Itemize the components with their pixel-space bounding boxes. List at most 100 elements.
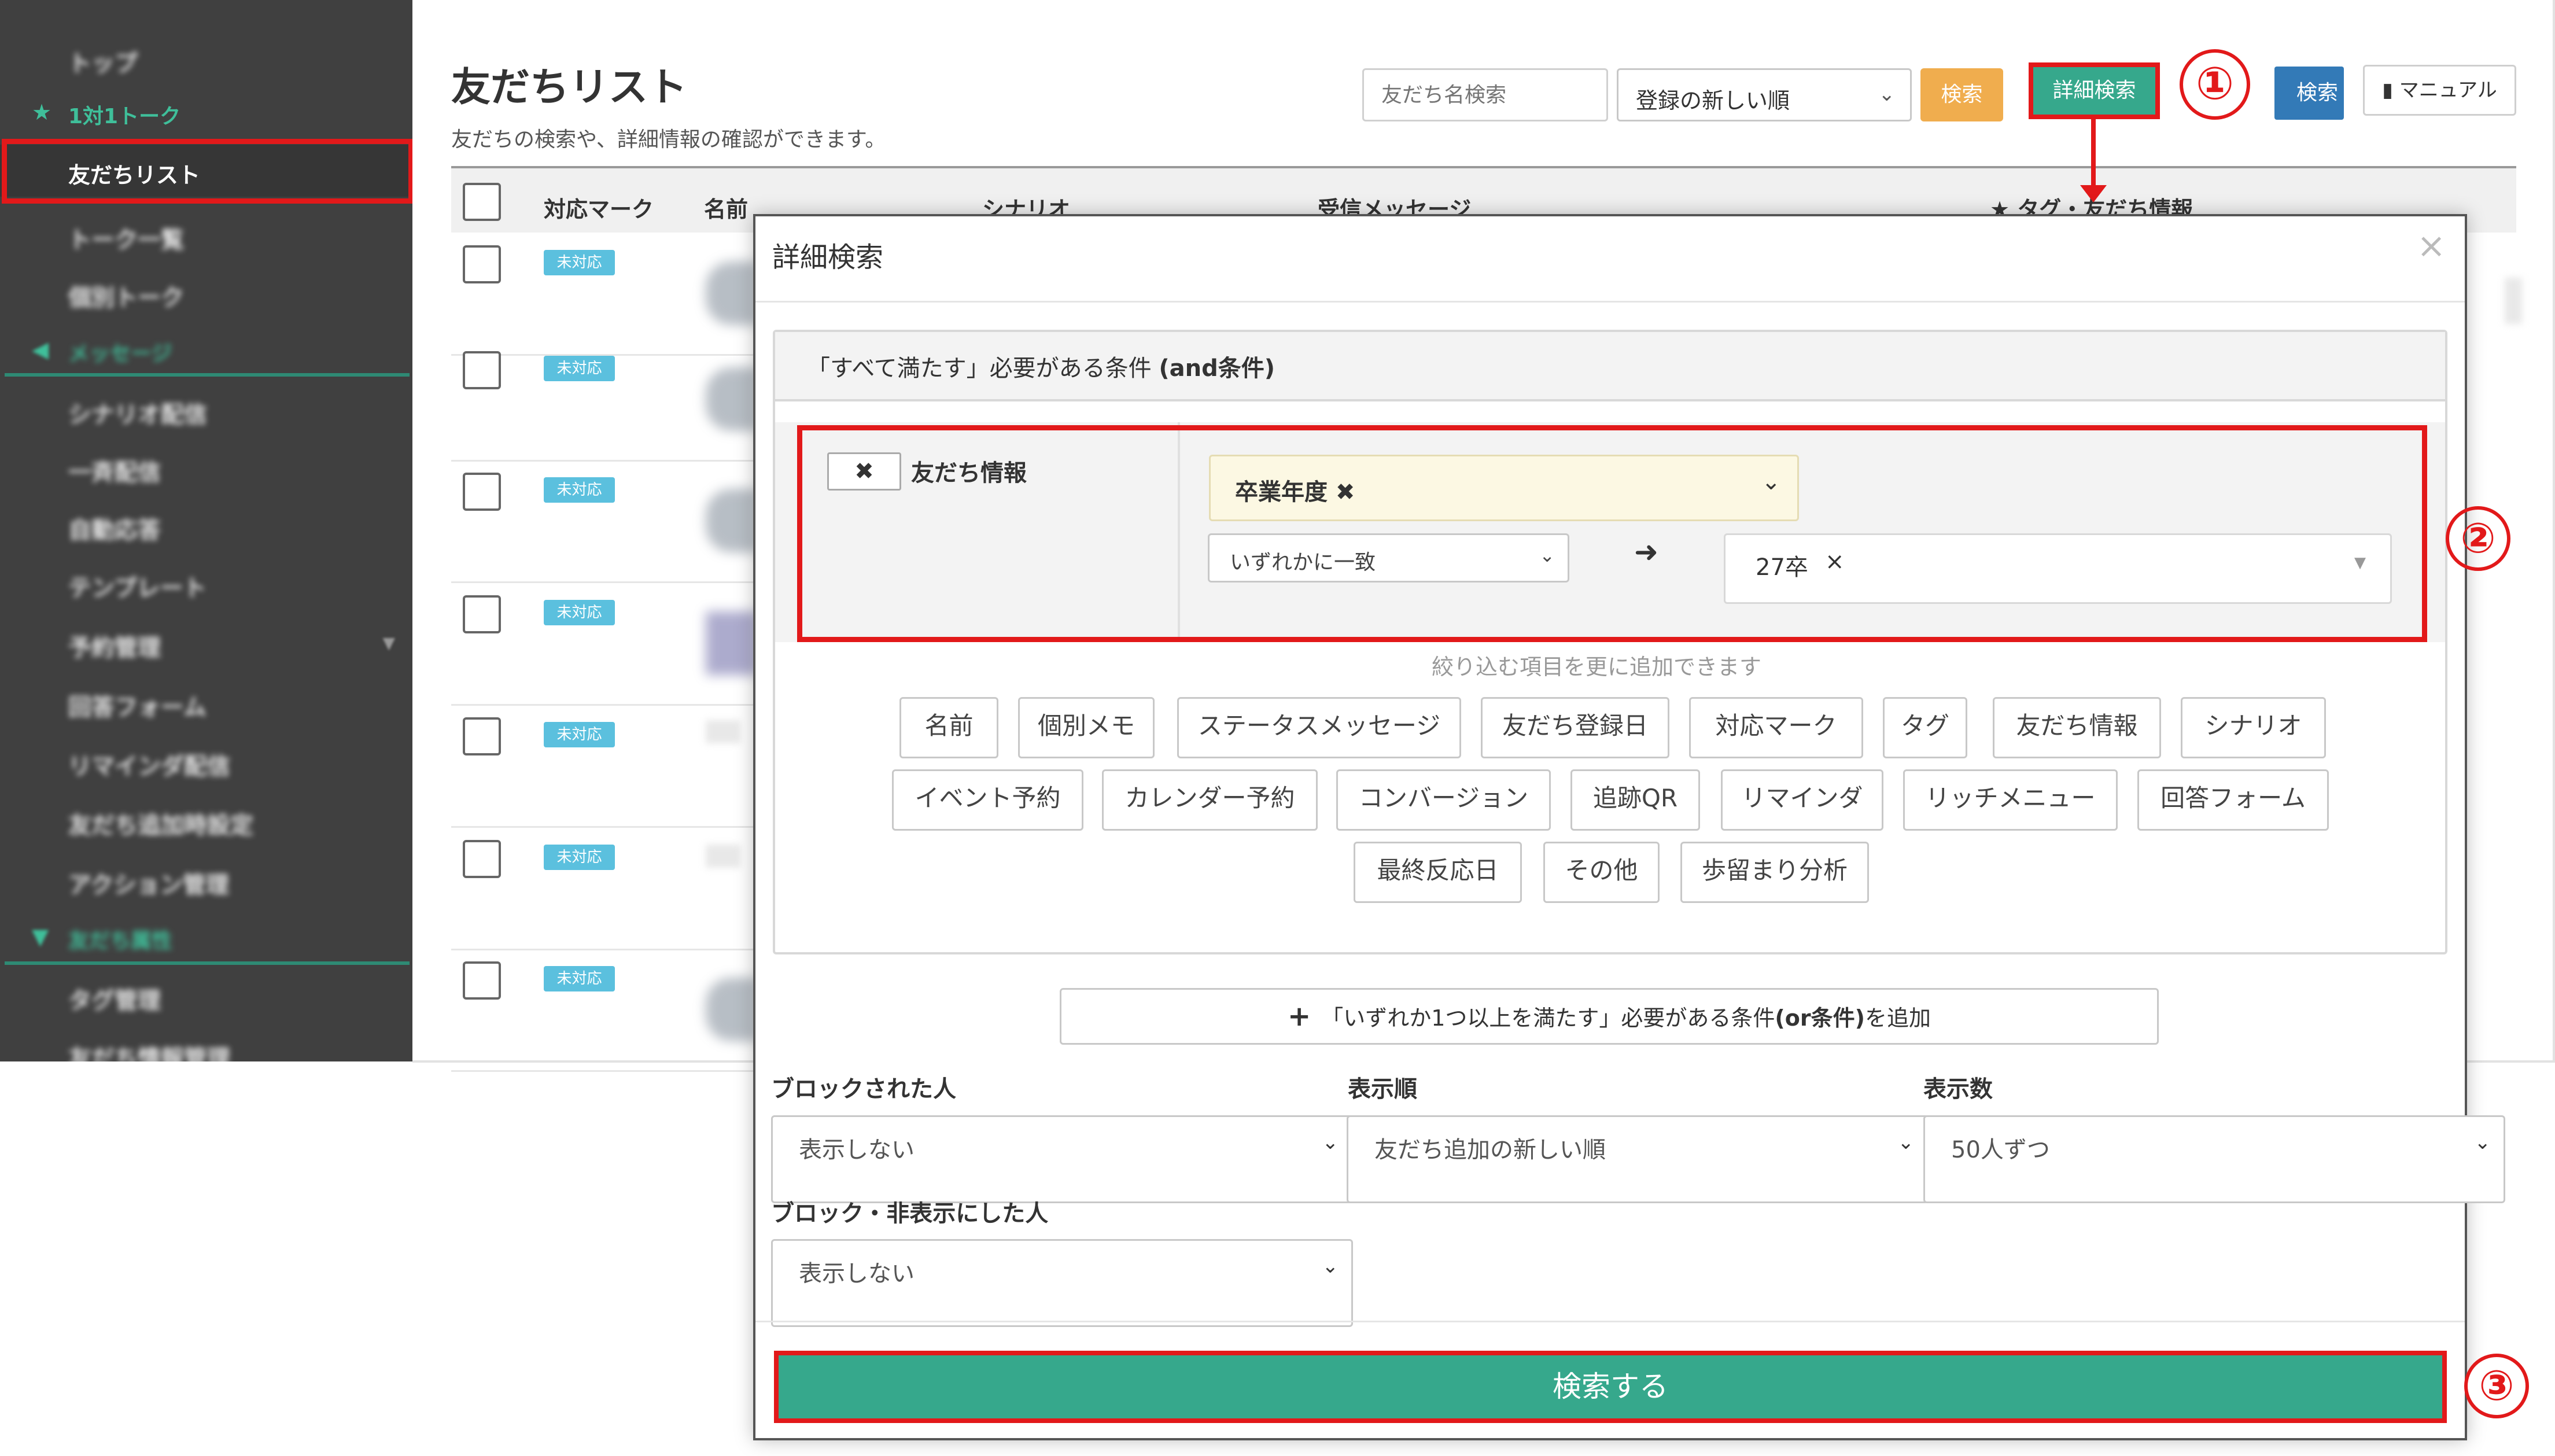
filter-icon: ▼ <box>32 924 49 949</box>
search-button[interactable]: 検索 <box>1920 68 2003 121</box>
blocked-select[interactable]: 表示しない ⌄ <box>771 1115 1353 1203</box>
sidebar-section-message[interactable]: ◀ メッセージ <box>0 324 412 376</box>
status-badge: 未対応 <box>544 966 615 991</box>
table-row[interactable]: 未対応 <box>451 460 761 583</box>
sidebar-item-reservation[interactable]: 予約管理 ▼ <box>0 616 412 668</box>
sidebar-divider <box>5 961 410 965</box>
filter-button-friend-info[interactable]: 友だち情報 <box>1993 697 2161 758</box>
filter-button-rich-menu[interactable]: リッチメニュー <box>1903 769 2118 831</box>
sidebar-item-reminder[interactable]: リマインダ配信 <box>0 735 412 787</box>
sidebar-item-talk-list[interactable]: トーク一覧 <box>0 208 412 260</box>
sidebar-item-friend-add-settings[interactable]: 友だち追加時設定 <box>0 794 412 846</box>
sidebar-item-action[interactable]: アクション管理 <box>0 853 412 905</box>
filter-button-yield-analysis[interactable]: 歩留まり分析 <box>1680 842 1869 903</box>
chevron-down-icon: ⌄ <box>1878 83 1896 106</box>
and-condition-title: 「すべて満たす」必要がある条件 (and条件) <box>807 355 1275 382</box>
sidebar-item-broadcast[interactable]: 一斉配信 <box>0 441 412 493</box>
avatar <box>706 367 758 431</box>
step-1-marker: ① <box>2180 49 2250 120</box>
filter-button-name[interactable]: 名前 <box>899 697 998 758</box>
chevron-down-icon: ⌄ <box>1322 1131 1339 1154</box>
filter-button-other[interactable]: その他 <box>1543 842 1660 903</box>
status-badge: 未対応 <box>544 356 615 381</box>
step-2-marker: ② <box>2446 506 2510 571</box>
blurred-name <box>706 845 740 868</box>
display-count-label: 表示数 <box>1923 1076 1993 1103</box>
row-checkbox[interactable] <box>463 961 501 1000</box>
display-order-label: 表示順 <box>1348 1076 1417 1103</box>
submit-search-button[interactable]: 検索する <box>774 1351 2447 1423</box>
modal-divider <box>755 301 2465 303</box>
column-header-status[interactable]: 対応マーク <box>544 191 654 223</box>
status-badge: 未対応 <box>544 477 615 503</box>
row-checkbox[interactable] <box>463 840 501 878</box>
chevron-down-icon: ▼ <box>382 633 395 653</box>
hidden-users-select[interactable]: 表示しない ⌄ <box>771 1239 1353 1327</box>
sort-select[interactable]: 登録の新しい順 ⌄ <box>1617 68 1912 121</box>
sidebar-section-one-on-one[interactable]: ★ 1対1トーク <box>0 87 412 139</box>
page-title: 友だちリスト <box>451 65 688 110</box>
avatar <box>706 261 758 325</box>
sidebar-item-tags[interactable]: タグ管理 <box>0 969 412 1021</box>
select-all-checkbox[interactable] <box>463 183 501 221</box>
sidebar-item-auto-reply[interactable]: 自動応答 <box>0 499 412 551</box>
filter-button-status-mark[interactable]: 対応マーク <box>1689 697 1863 758</box>
table-row[interactable]: 未対応 <box>451 338 761 462</box>
filter-button-tracking-qr[interactable]: 追跡QR <box>1570 769 1700 831</box>
row-checkbox[interactable] <box>463 473 501 511</box>
row-checkbox[interactable] <box>463 717 501 755</box>
chevron-down-icon: ⌄ <box>1897 1131 1915 1154</box>
manual-button[interactable]: ▮ マニュアル <box>2363 65 2516 116</box>
sidebar: トップ ★ 1対1トーク 友だちリスト トーク一覧 個別トーク ◀ メッセージ シナ… <box>0 0 412 1061</box>
detail-search-button[interactable]: 詳細検索 <box>2029 62 2160 119</box>
friend-list-highlight <box>2 139 412 204</box>
blurred-cell <box>2505 278 2522 324</box>
filter-button-conversion[interactable]: コンバージョン <box>1336 769 1551 831</box>
other-search-button[interactable]: 検索 <box>2274 67 2344 120</box>
filter-button-reminder[interactable]: リマインダ <box>1721 769 1883 831</box>
filter-button-status-message[interactable]: ステータスメッセージ <box>1177 697 1461 758</box>
filter-button-scenario[interactable]: シナリオ <box>2181 697 2326 758</box>
hidden-users-label: ブロック・非表示にした人 <box>771 1200 1049 1227</box>
close-icon[interactable]: × <box>2417 226 2446 266</box>
table-row[interactable]: 未対応 <box>451 233 761 356</box>
filter-button-calendar[interactable]: カレンダー予約 <box>1102 769 1318 831</box>
display-order-select[interactable]: 友だち追加の新しい順 ⌄ <box>1347 1115 1929 1203</box>
sidebar-item-individual-talk[interactable]: 個別トーク <box>0 266 412 318</box>
blurred-name <box>706 720 740 743</box>
filter-button-event[interactable]: イベント予約 <box>892 769 1083 831</box>
add-filter-hint: 絞り込む項目を更に追加できます <box>1432 654 1762 680</box>
star-icon: ★ <box>32 99 52 125</box>
friend-name-search-input[interactable] <box>1362 68 1608 121</box>
filter-button-tag[interactable]: タグ <box>1883 697 1967 758</box>
status-badge: 未対応 <box>544 722 615 747</box>
row-checkbox[interactable] <box>463 351 501 389</box>
status-badge: 未対応 <box>544 845 615 870</box>
annotation-arrow <box>2091 119 2096 194</box>
column-header-name[interactable]: 名前 <box>704 191 748 223</box>
sidebar-item-template[interactable]: テンプレート <box>0 556 412 609</box>
table-row[interactable]: 未対応 <box>451 583 761 706</box>
sidebar-item-friend-info[interactable]: 友だち情報管理 <box>0 1027 412 1061</box>
row-checkbox[interactable] <box>463 245 501 283</box>
filter-button-answer-form[interactable]: 回答フォーム <box>2137 769 2329 831</box>
sidebar-item-top[interactable]: トップ <box>0 32 412 84</box>
display-count-select[interactable]: 50人ずつ ⌄ <box>1923 1115 2505 1203</box>
add-or-condition-button[interactable]: + 「いずれか1つ以上を満たす」必要がある条件(or条件)を追加 <box>1060 988 2159 1045</box>
filter-button-last-reaction[interactable]: 最終反応日 <box>1354 842 1522 903</box>
book-icon: ▮ <box>2382 79 2393 102</box>
page-subtitle: 友だちの検索や、詳細情報の確認ができます。 <box>451 128 886 152</box>
filter-button-memo[interactable]: 個別メモ <box>1018 697 1155 758</box>
filter-button-register-date[interactable]: 友だち登録日 <box>1481 697 1669 758</box>
sidebar-section-friend-attributes[interactable]: ▼ 友だち属性 <box>0 911 412 963</box>
chevron-down-icon: ⌄ <box>1322 1255 1339 1278</box>
megaphone-icon: ◀ <box>32 337 49 362</box>
sidebar-item-answer-form[interactable]: 回答フォーム <box>0 676 412 728</box>
modal-divider <box>755 1321 2465 1322</box>
table-row[interactable]: 未対応 <box>451 949 761 1072</box>
sidebar-item-scenario[interactable]: シナリオ配信 <box>0 383 412 435</box>
avatar <box>706 489 758 552</box>
row-checkbox[interactable] <box>463 595 501 633</box>
chevron-down-icon: ⌄ <box>2474 1131 2491 1154</box>
annotation-arrow-head <box>2080 185 2107 202</box>
